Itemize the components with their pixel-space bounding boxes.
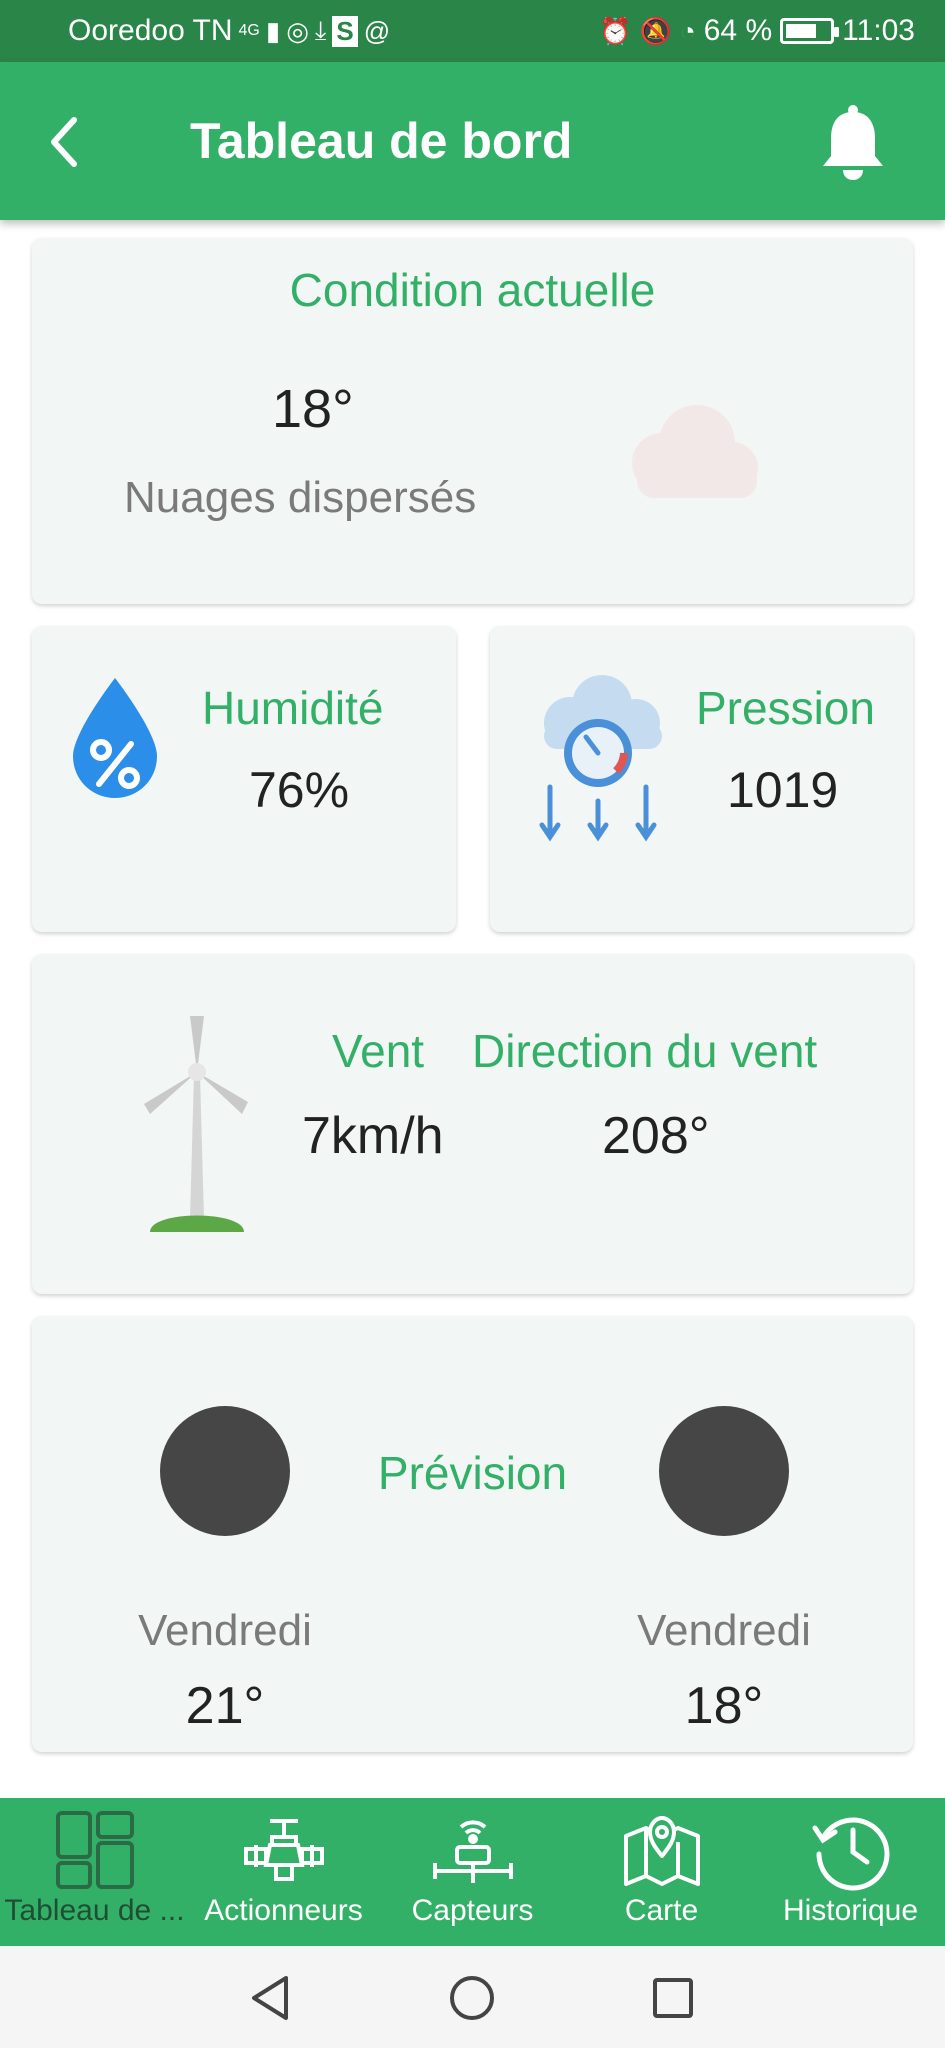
notifications-button[interactable] <box>815 102 891 182</box>
forecast-title: Prévision <box>377 1447 568 1499</box>
download-icon: ⤓ <box>314 15 327 45</box>
system-recents-button[interactable] <box>643 1968 703 2028</box>
app-bar: Tableau de bord <box>0 62 945 220</box>
triangle-back-icon <box>252 1976 288 2020</box>
humidity-card: Humidité 76% <box>32 626 456 932</box>
wind-direction-value: 208° <box>602 1107 710 1165</box>
bottom-navigation: Tableau de ... Actionneurs Capteurs Cart… <box>0 1798 945 1946</box>
battery-percent: 64 % <box>703 14 773 47</box>
bell-icon <box>823 105 883 180</box>
back-button[interactable] <box>34 107 94 177</box>
nav-item-sensors[interactable]: Capteurs <box>378 1798 567 1946</box>
status-bar: Ooredoo TN 4G ▮ ◎ ⤓ S @ ⏰ 🔕 ◔ 64 % 11:03 <box>0 0 945 62</box>
nav-label-actuators: Actionneurs <box>204 1894 363 1927</box>
forecast-temperature: 18° <box>684 1677 764 1735</box>
current-condition-card: Condition actuelle 18° Nuages dispersés <box>32 238 913 604</box>
app-s-icon: S <box>332 15 358 47</box>
wind-turbine-icon <box>144 1016 248 1232</box>
nav-label-map: Carte <box>624 1894 699 1927</box>
weather-description: Nuages dispersés <box>124 473 477 522</box>
system-home-button[interactable] <box>442 1968 502 2028</box>
forecast-day: Vendredi <box>637 1606 811 1655</box>
nav-item-map[interactable]: Carte <box>567 1798 756 1946</box>
square-recents-icon <box>653 1978 693 2018</box>
signal-icon: ▮ <box>265 15 281 46</box>
pressure-gauge-icon <box>539 675 662 842</box>
wind-direction-label: Direction du vent <box>472 1025 818 1077</box>
nav-item-dashboard[interactable]: Tableau de ... <box>0 1798 189 1946</box>
nav-label-sensors: Capteurs <box>411 1894 534 1927</box>
forecast-card: Prévision Vendredi Vendredi 21° 18° <box>32 1316 913 1752</box>
speed-icon: ◔ <box>680 15 696 46</box>
wind-card: Vent Direction du vent 7km/h 208° <box>32 954 913 1294</box>
carrier-name: Ooredoo TN <box>68 14 233 47</box>
nav-item-history[interactable]: Historique <box>756 1798 945 1946</box>
humidity-label: Humidité <box>202 682 384 734</box>
wind-speed-label: Vent <box>332 1025 425 1077</box>
current-temperature: 18° <box>272 379 354 439</box>
mute-icon: 🔕 <box>639 15 673 46</box>
cloud-icon <box>632 405 758 498</box>
forecast-day: Vendredi <box>138 1606 312 1655</box>
nav-item-actuators[interactable]: Actionneurs <box>189 1798 378 1946</box>
current-condition-title: Condition actuelle <box>289 264 656 316</box>
valve-icon <box>243 1819 324 1881</box>
humidity-drop-icon <box>73 678 157 798</box>
clock: 11:03 <box>842 14 915 47</box>
sensor-icon <box>432 1820 513 1883</box>
pressure-label: Pression <box>696 682 875 734</box>
network-type: 4G <box>238 22 260 39</box>
circle-home-icon <box>450 1976 494 2020</box>
threads-icon: @ <box>363 15 391 46</box>
nav-label-dashboard: Tableau de ... <box>4 1894 185 1927</box>
wind-speed-value: 7km/h <box>302 1107 444 1165</box>
dashboard-grid-icon <box>55 1811 134 1889</box>
system-back-button[interactable] <box>240 1968 300 2028</box>
pressure-value: 1019 <box>727 762 839 818</box>
forecast-temperature: 21° <box>185 1677 265 1735</box>
system-navigation-bar <box>0 1946 945 2048</box>
page-title: Tableau de bord <box>190 113 573 169</box>
hotspot-icon: ◎ <box>286 15 309 46</box>
battery-icon <box>780 18 840 44</box>
alarm-icon: ⏰ <box>599 15 632 46</box>
history-icon <box>812 1817 889 1891</box>
map-icon <box>623 1816 700 1886</box>
humidity-value: 76% <box>249 762 350 818</box>
nav-label-history: Historique <box>782 1894 919 1927</box>
pressure-card: Pression 1019 <box>490 626 913 932</box>
chevron-left-icon <box>51 117 77 167</box>
